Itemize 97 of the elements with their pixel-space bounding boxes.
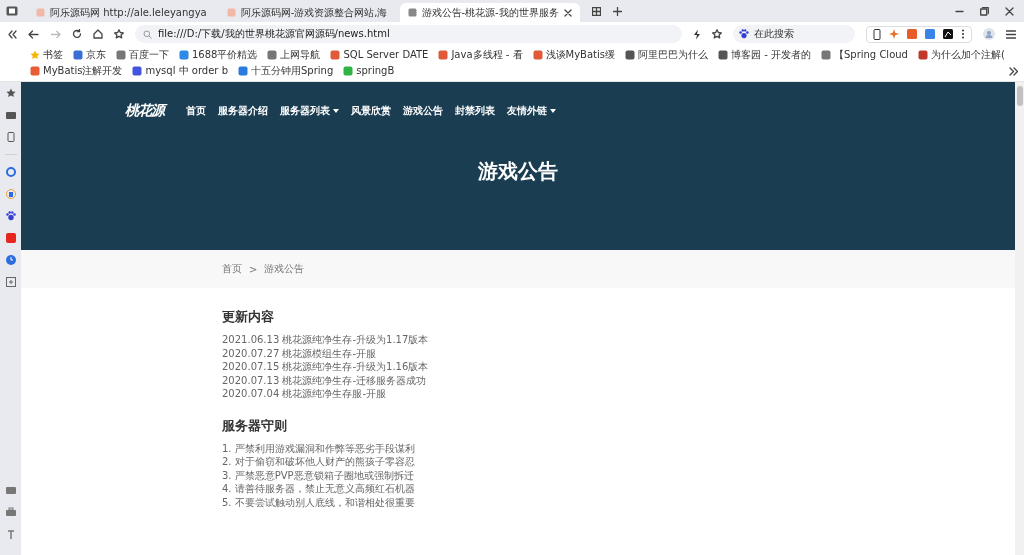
page-icon	[407, 8, 417, 17]
list-item: 1. 严禁利用游戏漏洞和作弊等恶劣手段谋利	[222, 441, 416, 455]
search-icon[interactable]	[5, 167, 16, 177]
list-item: 5. 不要尝试触动别人底线，和谐相处很重要	[222, 495, 416, 509]
star-icon[interactable]	[712, 29, 722, 39]
nav-link[interactable]: 封禁列表	[455, 104, 495, 118]
list-item: 2021.06.13 桃花源纯净生存-升级为1.17版本	[222, 333, 430, 347]
app-icon[interactable]	[5, 233, 16, 243]
site-icon	[820, 50, 831, 60]
bookmark[interactable]: 阿里巴巴为什么	[624, 48, 708, 62]
more-icon[interactable]	[1009, 66, 1018, 76]
phone-icon[interactable]	[5, 132, 16, 142]
page-icon	[226, 8, 236, 17]
site-icon	[179, 50, 189, 60]
paw-icon[interactable]	[5, 211, 16, 221]
back-icon[interactable]	[28, 29, 39, 39]
browser-tab[interactable]: 游戏公告-桃花源-我的世界服务	[399, 3, 580, 22]
folder-icon[interactable]	[5, 485, 16, 495]
site-icon	[532, 50, 543, 60]
close-icon[interactable]	[563, 8, 572, 17]
site-icon	[267, 50, 278, 60]
list-item: 4. 请善待服务器，禁止无意义高频红石机器	[222, 482, 416, 496]
section-heading: 更新内容	[222, 308, 275, 326]
address-field[interactable]: file:///D:/下载/我的世界桃花源官网源码/news.html	[135, 25, 682, 43]
page-icon	[36, 8, 45, 17]
list-item: 3. 严禁恶意PVP恶意锁箱子圈地或强制拆迁	[222, 468, 415, 482]
bookmark[interactable]: 1688平价精选	[179, 48, 258, 62]
reload-icon[interactable]	[72, 29, 82, 39]
nav-link[interactable]: 风景欣赏	[351, 104, 391, 118]
nav-link[interactable]: 服务器列表	[280, 104, 339, 118]
site-icon	[917, 50, 928, 60]
clock-icon[interactable]	[5, 255, 16, 265]
bookmark[interactable]: MyBatis注解开发	[30, 64, 123, 78]
caret-icon	[550, 109, 556, 113]
toolbox-icon[interactable]	[5, 507, 16, 517]
avatar-icon[interactable]	[983, 28, 995, 40]
site-icon	[238, 66, 248, 76]
menu-icon[interactable]	[1006, 29, 1016, 39]
scrollbar-thumb[interactable]	[1016, 86, 1023, 106]
star-icon	[30, 50, 40, 60]
caret-icon	[333, 109, 339, 113]
breadcrumb-separator: >	[249, 263, 258, 275]
home-icon[interactable]	[93, 29, 103, 39]
lightning-icon[interactable]	[693, 28, 701, 40]
site-icon	[116, 50, 126, 60]
bookmark[interactable]: 京东	[73, 48, 106, 62]
breadcrumb-link[interactable]: 首页	[222, 262, 242, 276]
folder-icon[interactable]	[5, 110, 16, 120]
bookmark[interactable]: 为什么加个注解(	[917, 48, 1005, 62]
sparkle-icon[interactable]	[889, 29, 899, 39]
bookmark[interactable]: 十五分钟用Spring	[238, 64, 334, 78]
restore-icon[interactable]	[980, 6, 989, 16]
paw-icon	[739, 29, 749, 39]
search-field[interactable]: 在此搜索	[733, 25, 855, 43]
list-item: 2. 对于偷窃和破坏他人财产的熊孩子零容忍	[222, 455, 416, 469]
bookmark[interactable]: 浅谈MyBatis缓	[532, 48, 615, 62]
nav-link[interactable]: 首页	[186, 104, 206, 118]
bookmark[interactable]: 博客园 - 开发者的	[717, 48, 811, 62]
list-item: 2020.07.04 桃花源纯净生存服-开服	[222, 387, 388, 401]
collapse-icon[interactable]	[8, 29, 17, 39]
section-heading: 服务器守则	[222, 416, 288, 435]
bookmark[interactable]: 书签	[30, 48, 63, 62]
site-icon	[132, 66, 143, 76]
site-icon	[438, 50, 449, 60]
bookmark[interactable]: 上网导航	[267, 48, 321, 62]
site-icon	[343, 66, 354, 76]
bookmark[interactable]: springB	[343, 64, 395, 78]
browser-tab[interactable]: 阿乐源码网-游戏资源整合网站,海	[218, 3, 396, 22]
list-item: 2020.07.27 桃花源模组生存-开服	[222, 346, 378, 360]
add-icon[interactable]	[5, 277, 16, 287]
nav-link[interactable]: 服务器介绍	[218, 104, 268, 118]
list-item: 2020.07.15 桃花源纯净生存-升级为1.16版本	[222, 360, 430, 374]
search-icon	[143, 29, 152, 39]
new-tab-icon[interactable]	[612, 6, 622, 16]
breadcrumb-current: 游戏公告	[264, 262, 305, 276]
star-icon[interactable]	[5, 88, 16, 98]
page-title: 游戏公告	[477, 158, 559, 185]
site-icon	[624, 50, 635, 60]
browser-tab[interactable]: 阿乐源码网 http://ale.leleyangya	[28, 3, 215, 22]
more-icon[interactable]	[961, 29, 965, 39]
bookmark[interactable]: SQL Server DATE	[330, 48, 429, 62]
bookmark[interactable]: 百度一下	[116, 48, 169, 62]
sidebar-toggle-icon[interactable]	[6, 6, 18, 16]
list-item: 2020.07.13 桃花源纯净生存-迁移服务器成功	[222, 373, 428, 387]
site-icon	[30, 66, 40, 76]
bookmark[interactable]: 【Spring Cloud	[820, 48, 908, 62]
site-icon	[330, 50, 341, 60]
phone-icon[interactable]	[873, 28, 881, 40]
site-icon	[73, 50, 83, 60]
nav-link[interactable]: 游戏公告	[403, 104, 443, 118]
close-icon[interactable]	[1005, 6, 1014, 16]
bookmark[interactable]: Java多线程 - 看	[438, 48, 523, 62]
tab-grid-icon[interactable]	[591, 6, 601, 16]
nav-link[interactable]: 友情外链	[507, 104, 556, 118]
site-icon	[717, 50, 728, 60]
bookmark[interactable]: mysql 中 order b	[132, 64, 228, 78]
star-icon[interactable]	[114, 29, 124, 39]
